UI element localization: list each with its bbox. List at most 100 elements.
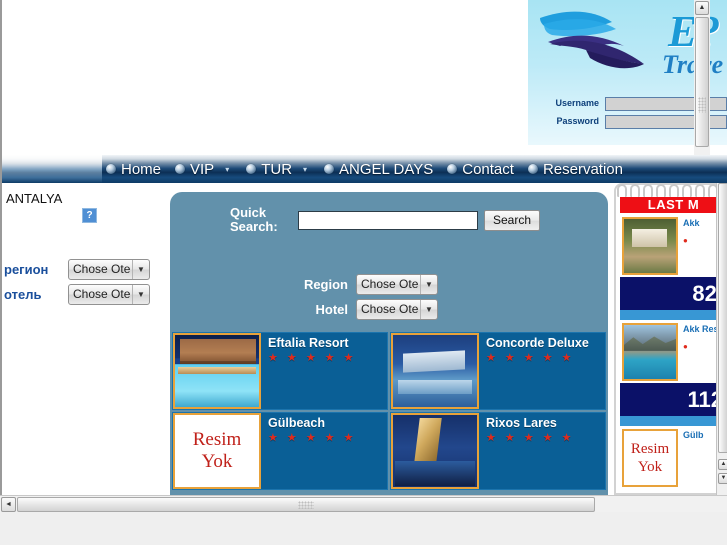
page-vertical-scrollbar[interactable]: ▲ (694, 0, 710, 155)
hotel-card[interactable]: Concorde Deluxe ★ ★ ★ ★ ★ (390, 332, 606, 410)
hotel-grid: Eftalia Resort ★ ★ ★ ★ ★ Concorde Deluxe… (172, 332, 606, 492)
last-minute-banner: LAST M (620, 197, 727, 213)
last-minute-item-top: Resim Yok Gülb (620, 427, 727, 489)
sidebar-hotel-select[interactable]: Chose Ote ▼ (68, 283, 150, 305)
logo-wordmark-sub: Trave (662, 50, 724, 79)
broken-image-icon: ? (82, 208, 97, 223)
last-minute-panel: LAST M Akk ● 82. Akk Res ● 112 Resim Yok… (614, 183, 727, 495)
bullet-icon (527, 164, 538, 174)
username-label: Username (555, 98, 599, 108)
last-minute-thumbnail (622, 217, 678, 275)
nav-items: Home VIP ▾ TUR ▾ ANGEL DAYS Contact Rese… (2, 155, 727, 183)
star-rating: ★ ★ ★ ★ ★ (486, 432, 575, 444)
page-body: ANTALYA ? регион Chose Ote ▼ отель Chose… (2, 183, 727, 495)
last-minute-footer-bar (620, 310, 727, 320)
chevron-down-icon[interactable]: ▾ (303, 165, 307, 174)
panel-scroll-up-button[interactable]: ▲ (718, 459, 727, 470)
hotel-card-info: Concorde Deluxe ★ ★ ★ ★ ★ (479, 333, 605, 409)
star-rating: ★ ★ ★ ★ ★ (486, 352, 575, 364)
panel-scroll-thumb[interactable] (718, 183, 727, 453)
hotel-card[interactable]: Eftalia Resort ★ ★ ★ ★ ★ (172, 332, 388, 410)
bullet-icon (324, 164, 335, 174)
sidebar-region-label: регион (4, 261, 49, 277)
site-header: E? Trave Username Password (2, 0, 727, 155)
hotel-name: Eftalia Resort (268, 336, 349, 350)
page-title: ANTALYA (6, 191, 63, 206)
scroll-up-button[interactable]: ▲ (695, 1, 709, 15)
last-minute-item[interactable]: Akk Res ● 112 (620, 321, 727, 426)
nav-item-tur[interactable]: TUR (239, 161, 299, 178)
no-image-line2: Yok (201, 451, 233, 472)
sidebar-hotel-value: Chose Ote (73, 286, 131, 301)
hotel-row: Hotel Chose Ote ▼ (290, 299, 438, 320)
region-label: Region (303, 277, 348, 292)
vertical-scroll-thumb[interactable] (695, 17, 709, 147)
nav-item-home[interactable]: Home (99, 161, 168, 178)
chevron-down-icon[interactable]: ▾ (225, 165, 229, 174)
panel-vertical-scrollbar[interactable]: ▲ ▼ (716, 183, 727, 495)
panel-scroll-down-button[interactable]: ▼ (718, 473, 727, 484)
last-minute-item[interactable]: Akk ● 82. (620, 215, 727, 320)
last-minute-item-top: Akk Res ● (620, 321, 727, 383)
hotel-card[interactable]: Rixos Lares ★ ★ ★ ★ ★ (390, 412, 606, 490)
nav-label-contact: Contact (462, 160, 514, 178)
quick-search-label: Quick Search: (230, 205, 278, 234)
left-sidebar: ANTALYA ? регион Chose Ote ▼ отель Chose… (4, 183, 168, 495)
spiral-binding-icon (617, 184, 727, 197)
no-image-line1: Resim (630, 441, 670, 457)
last-minute-price: 112 (620, 383, 727, 416)
star-rating: ★ ★ ★ ★ ★ (268, 432, 357, 444)
hotel-thumbnail (173, 333, 261, 409)
nav-item-reservation[interactable]: Reservation (521, 161, 630, 178)
nav-label-home: Home (120, 160, 161, 178)
page-canvas: E? Trave Username Password (2, 0, 727, 495)
nav-label-vip: VIP (190, 160, 215, 178)
scroll-left-button[interactable]: ◄ (1, 497, 16, 512)
search-panel: Quick Search: Search Region Chose Ote ▼ … (170, 192, 608, 495)
sidebar-region-row: регион Chose Ote ▼ (4, 258, 150, 280)
chevron-down-icon: ▼ (420, 275, 437, 294)
scroll-grip (698, 97, 706, 114)
chevron-down-icon: ▼ (132, 284, 149, 304)
bullet-icon (105, 164, 116, 174)
nav-item-angel-days[interactable]: ANGEL DAYS (317, 161, 440, 178)
hotel-card-info: Rixos Lares ★ ★ ★ ★ ★ (479, 413, 605, 489)
no-image-placeholder: Resim Yok (173, 413, 261, 489)
nav-item-vip[interactable]: VIP (168, 161, 221, 178)
search-input[interactable] (298, 210, 478, 230)
last-minute-footer-bar (620, 416, 727, 426)
region-value: Chose Ote (361, 277, 419, 291)
sidebar-region-value: Chose Ote (73, 261, 131, 276)
sidebar-region-select[interactable]: Chose Ote ▼ (68, 258, 150, 280)
password-label: Password (556, 116, 599, 126)
bullet-icon (447, 164, 458, 174)
last-minute-thumbnail (622, 323, 678, 381)
page-horizontal-scrollbar[interactable]: ◄ (0, 495, 727, 512)
hotel-value: Chose Ote (361, 302, 419, 316)
browser-viewport: E? Trave Username Password (0, 0, 727, 512)
last-minute-item[interactable]: Resim Yok Gülb (620, 427, 727, 489)
last-minute-item-top: Akk ● (620, 215, 727, 277)
scroll-grip (298, 500, 314, 509)
chevron-down-icon: ▼ (132, 259, 149, 279)
sidebar-hotel-row: отель Chose Ote ▼ (4, 283, 150, 305)
hotel-select[interactable]: Chose Ote ▼ (356, 299, 438, 320)
quick-search-row: Quick Search: Search (230, 205, 541, 234)
no-image-line2: Yok (637, 459, 663, 475)
bullet-icon (175, 164, 185, 174)
star-rating: ★ ★ ★ ★ ★ (268, 352, 357, 364)
region-row: Region Chose Ote ▼ (290, 274, 438, 295)
bullet-icon (246, 164, 257, 174)
hotel-thumbnail (391, 333, 479, 409)
hotel-card-info: Eftalia Resort ★ ★ ★ ★ ★ (261, 333, 387, 409)
search-button[interactable]: Search (484, 209, 541, 231)
hotel-name: Rixos Lares (486, 416, 557, 430)
sidebar-hotel-label: отель (4, 286, 42, 302)
main-navigation: Home VIP ▾ TUR ▾ ANGEL DAYS Contact Rese… (2, 155, 727, 183)
region-select[interactable]: Chose Ote ▼ (356, 274, 438, 295)
horizontal-scroll-thumb[interactable] (17, 497, 595, 512)
nav-label-reservation: Reservation (542, 160, 623, 178)
nav-item-contact[interactable]: Contact (440, 161, 521, 178)
hotel-card-info: Gülbeach ★ ★ ★ ★ ★ (261, 413, 387, 489)
hotel-card[interactable]: Resim Yok Gülbeach ★ ★ ★ ★ ★ (172, 412, 388, 490)
